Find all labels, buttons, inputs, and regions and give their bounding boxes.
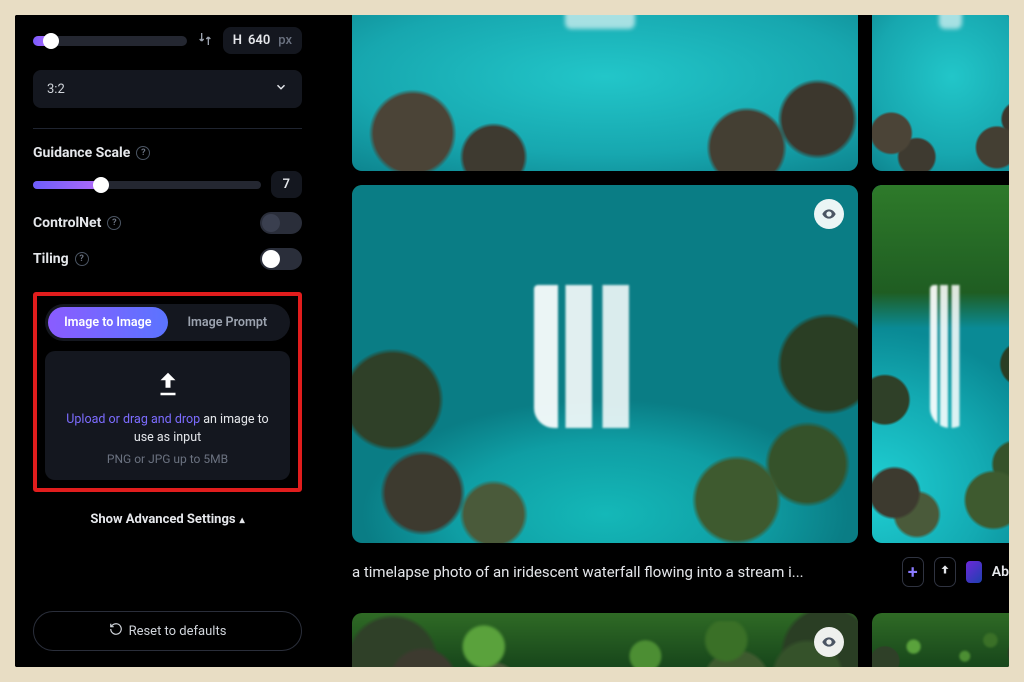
guidance-slider[interactable]: [33, 181, 261, 189]
aspect-ratio-select[interactable]: 3:2: [33, 70, 302, 108]
height-label: H: [233, 33, 242, 48]
ab-label: Ab: [992, 564, 1009, 580]
upload-link[interactable]: Upload or drag and drop: [66, 412, 200, 427]
upload-icon: [151, 369, 185, 403]
reset-icon: [109, 622, 123, 640]
results-panel: a timelapse photo of an iridescent water…: [320, 15, 1009, 667]
tiling-label: Tiling: [33, 251, 69, 267]
chevron-down-icon: [274, 80, 288, 98]
controlnet-label: ControlNet: [33, 215, 101, 231]
reset-defaults-button[interactable]: Reset to defaults: [33, 611, 302, 651]
highlight-box: Image to Image Image Prompt Upload or dr…: [33, 292, 302, 492]
info-icon[interactable]: ?: [107, 216, 121, 230]
show-advanced-toggle[interactable]: Show Advanced Settings▴: [33, 512, 302, 527]
aspect-value: 3:2: [47, 82, 65, 97]
upload-dropzone[interactable]: Upload or drag and drop an image to use …: [45, 351, 290, 480]
height-unit: px: [278, 33, 292, 48]
dropzone-text: Upload or drag and drop an image to use …: [55, 411, 280, 446]
dropzone-sub: PNG or JPG up to 5MB: [55, 452, 280, 466]
tiling-toggle[interactable]: [260, 248, 302, 270]
tab-image-prompt[interactable]: Image Prompt: [168, 307, 288, 338]
info-icon[interactable]: ?: [75, 252, 89, 266]
tab-image-to-image[interactable]: Image to Image: [48, 307, 168, 338]
settings-sidebar: H 640 px 3:2 Guidance Scale ? 7 Co: [15, 15, 320, 667]
width-slider[interactable]: [33, 36, 187, 46]
height-value: 640: [248, 33, 270, 48]
slider-knob[interactable]: [43, 33, 59, 49]
swap-dimensions-icon[interactable]: [197, 32, 213, 51]
slider-knob[interactable]: [93, 177, 109, 193]
arrow-up-icon: [938, 563, 952, 581]
avatar[interactable]: [966, 561, 982, 583]
result-image[interactable]: [352, 15, 858, 171]
controlnet-toggle[interactable]: [260, 212, 302, 234]
result-caption: a timelapse photo of an iridescent water…: [352, 563, 860, 581]
plus-icon: +: [908, 562, 918, 583]
result-image[interactable]: [872, 15, 1009, 171]
result-image[interactable]: [352, 613, 858, 667]
guidance-value[interactable]: 7: [271, 171, 302, 198]
visibility-icon[interactable]: [814, 199, 844, 229]
result-image[interactable]: [352, 185, 858, 543]
visibility-icon[interactable]: [814, 627, 844, 657]
info-icon[interactable]: ?: [136, 146, 150, 160]
result-image[interactable]: [872, 185, 1009, 543]
add-button[interactable]: +: [902, 557, 924, 587]
height-input[interactable]: H 640 px: [223, 27, 302, 54]
image-input-tabs: Image to Image Image Prompt: [45, 304, 290, 341]
result-image[interactable]: [872, 613, 1009, 667]
upscale-button[interactable]: [934, 557, 956, 587]
guidance-label: Guidance Scale: [33, 145, 130, 161]
chevron-up-icon: ▴: [240, 515, 245, 526]
divider: [33, 128, 302, 129]
